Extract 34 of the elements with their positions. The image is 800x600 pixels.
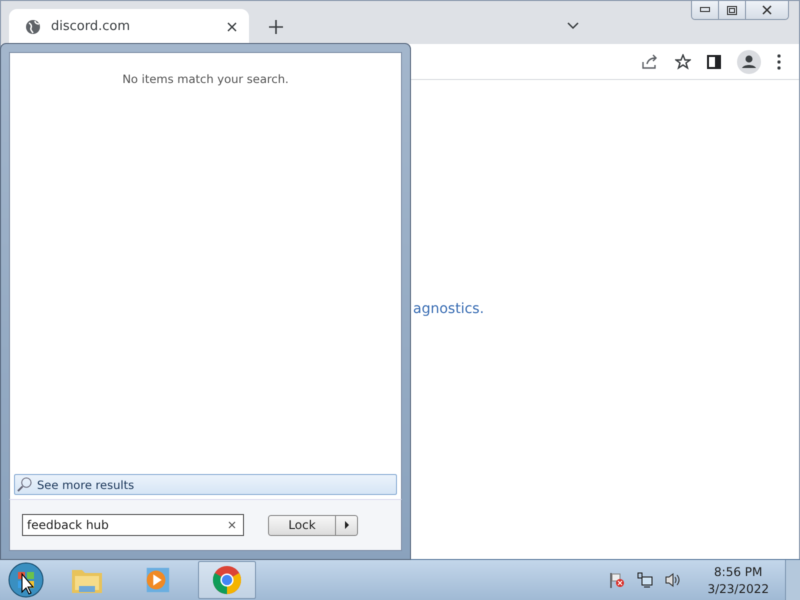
start-button[interactable]	[6, 560, 46, 600]
clock[interactable]: 8:56 PM 3/23/2022	[703, 562, 773, 598]
search-icon	[17, 477, 32, 492]
minimize-icon	[700, 7, 710, 13]
clock-time: 8:56 PM	[714, 564, 762, 578]
browser-tab[interactable]: discord.com	[9, 9, 249, 44]
link-text[interactable]: agnostics.	[413, 301, 484, 317]
flag-icon[interactable]	[609, 572, 626, 588]
search-field[interactable]: feedback hub	[22, 514, 244, 536]
clock-date: 3/23/2022	[707, 582, 769, 596]
no-results-message: No items match your search.	[121, 72, 290, 86]
see-more-results-link[interactable]: See more results	[14, 474, 397, 495]
chevron-down-icon[interactable]	[567, 22, 579, 30]
profile-icon[interactable]	[737, 50, 761, 74]
speaker-icon[interactable]	[665, 572, 682, 588]
network-icon[interactable]	[637, 572, 654, 588]
share-icon[interactable]	[641, 54, 659, 70]
close-icon	[762, 5, 772, 15]
clear-icon[interactable]	[228, 521, 236, 529]
star-icon[interactable]	[675, 54, 691, 70]
taskbar-button[interactable]	[198, 561, 256, 599]
chrome-icon	[212, 565, 242, 595]
close-button[interactable]	[746, 1, 788, 19]
maximize-button[interactable]	[719, 1, 746, 19]
caret-icon	[344, 521, 348, 529]
new-tab-icon[interactable]	[269, 20, 283, 34]
lock-button[interactable]: Lock	[268, 514, 336, 536]
minimize-button[interactable]	[692, 1, 719, 19]
menu-icon[interactable]	[777, 54, 781, 70]
globe-icon	[25, 18, 41, 34]
close-icon[interactable]	[227, 22, 237, 32]
restore-icon	[727, 6, 737, 14]
side-panel-icon[interactable]	[707, 54, 721, 68]
power-options-button[interactable]	[336, 514, 358, 536]
